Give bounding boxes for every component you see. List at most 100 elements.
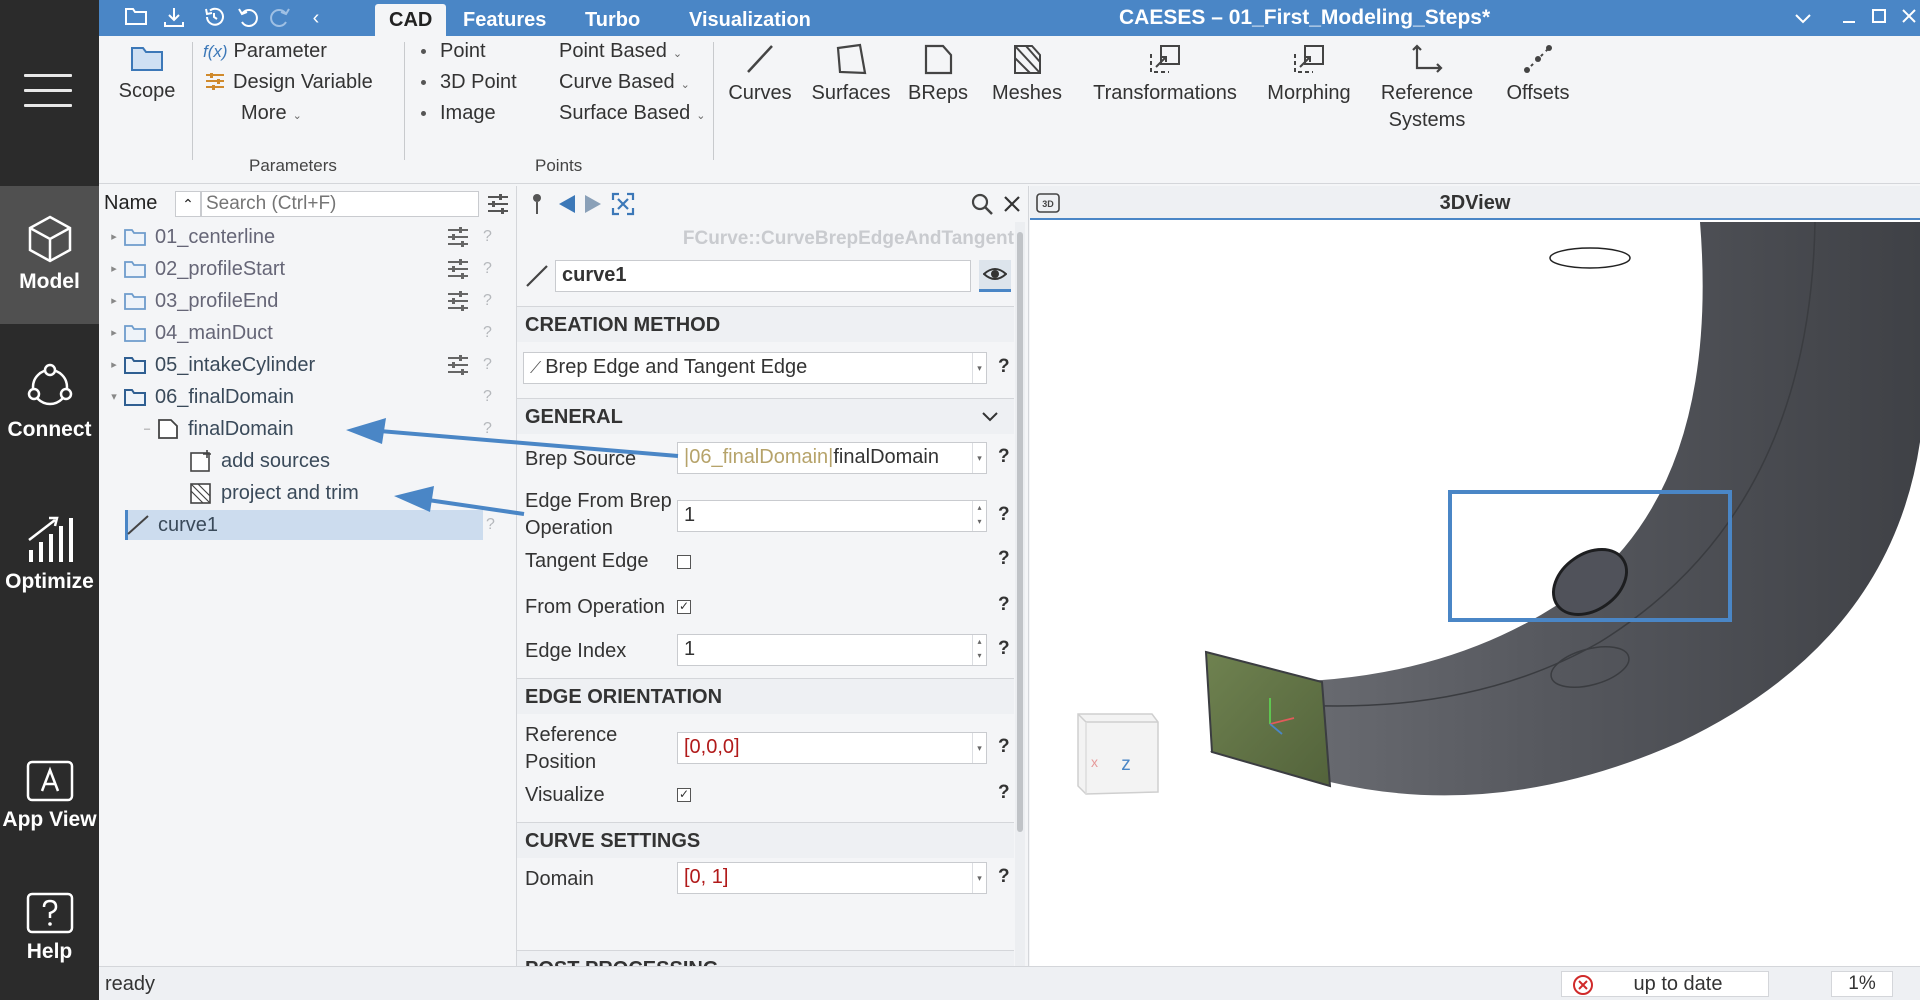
help-button[interactable]: ?: [998, 504, 1010, 526]
filter-sliders-icon[interactable]: [486, 192, 510, 216]
expand-arrow-icon[interactable]: ▸: [107, 222, 121, 252]
object-name-field[interactable]: curve1: [555, 260, 971, 292]
close-icon[interactable]: [1895, 4, 1920, 32]
parameters-sliders-icon[interactable]: [447, 226, 469, 257]
tree-folder-row[interactable]: ▸ 04_mainDuct?: [99, 318, 515, 348]
scope-button[interactable]: Scope: [115, 42, 179, 105]
sidebar-item-optimize[interactable]: Optimize: [0, 512, 99, 594]
tree-item-row[interactable]: – finalDomain?: [99, 414, 515, 444]
spinner-icon[interactable]: ▴ ▾: [972, 635, 986, 665]
help-button[interactable]: ?: [998, 782, 1010, 804]
tree-folder-row[interactable]: ▸ 03_profileEnd?: [99, 286, 515, 316]
parameters-sliders-icon[interactable]: [447, 258, 469, 289]
undo-icon[interactable]: [235, 5, 261, 31]
curve-based-dropdown[interactable]: Curve Based ⌄: [559, 71, 690, 94]
help-button[interactable]: ?: [483, 350, 492, 380]
forward-arrow-icon[interactable]: [583, 193, 603, 215]
help-button[interactable]: ?: [486, 510, 495, 540]
help-button[interactable]: ?: [483, 414, 492, 444]
meshes-button[interactable]: Meshes: [985, 42, 1069, 107]
tree-item-row[interactable]: curve1?: [125, 510, 495, 540]
expand-all-icon[interactable]: [611, 192, 635, 216]
sidebar-item-connect[interactable]: Connect: [0, 362, 99, 442]
spinner-icon[interactable]: ▴ ▾: [972, 501, 986, 531]
update-status[interactable]: up to date: [1561, 971, 1769, 997]
tab-features[interactable]: Features: [449, 4, 560, 36]
3d-point-button[interactable]: 3D Point: [421, 71, 517, 94]
back-arrow-icon[interactable]: [557, 193, 577, 215]
tree-search-input[interactable]: [201, 191, 479, 217]
expand-arrow-icon[interactable]: ▸: [107, 286, 121, 316]
help-button[interactable]: ?: [998, 736, 1010, 758]
search-icon[interactable]: [970, 192, 994, 216]
tree-folder-row[interactable]: ▸ 05_intakeCylinder?: [99, 350, 515, 380]
help-button[interactable]: ?: [483, 222, 492, 252]
domain-field[interactable]: [0, 1] ▾: [677, 862, 987, 894]
tangent-edge-checkbox[interactable]: [677, 555, 691, 569]
history-icon[interactable]: [201, 5, 227, 31]
collapse-left-icon[interactable]: ‹: [303, 5, 329, 31]
help-button[interactable]: ?: [998, 866, 1010, 888]
chevron-down-icon[interactable]: [1789, 4, 1817, 32]
parameters-sliders-icon[interactable]: [447, 290, 469, 321]
tab-cad[interactable]: CAD: [375, 4, 447, 36]
view-cube[interactable]: z x: [1077, 713, 1159, 795]
expand-arrow-icon[interactable]: –: [140, 414, 154, 444]
more-dropdown[interactable]: More ⌄: [241, 102, 302, 125]
expand-arrow-icon[interactable]: ▸: [107, 350, 121, 380]
duct-model-render[interactable]: z x: [1030, 222, 1920, 966]
tree-folder-row[interactable]: ▸ 02_profileStart?: [99, 254, 515, 284]
maximize-icon[interactable]: [1865, 4, 1893, 32]
creation-method-select[interactable]: ⟋ Brep Edge and Tangent Edge ▾: [523, 352, 987, 384]
edge-index-field[interactable]: 1 ▴ ▾: [677, 634, 987, 666]
reference-systems-button[interactable]: Reference Systems: [1373, 42, 1481, 134]
help-button[interactable]: ?: [483, 286, 492, 316]
point-button[interactable]: Point: [421, 40, 486, 63]
surface-based-dropdown[interactable]: Surface Based ⌄: [559, 102, 705, 125]
tree-item-row[interactable]: add sources: [99, 446, 515, 476]
scrollbar-thumb[interactable]: [1017, 232, 1023, 832]
surfaces-button[interactable]: Surfaces: [807, 42, 895, 107]
breps-button[interactable]: BReps: [903, 42, 973, 107]
minimize-icon[interactable]: [1835, 4, 1863, 32]
properties-scrollbar[interactable]: [1015, 222, 1025, 966]
tree-folder-row[interactable]: ▾ 06_finalDomain?: [99, 382, 515, 412]
sidebar-item-app-view[interactable]: App View: [0, 760, 99, 832]
sidebar-item-model[interactable]: Model: [0, 186, 99, 324]
point-based-dropdown[interactable]: Point Based ⌄: [559, 40, 682, 63]
expand-arrow-icon[interactable]: ▸: [107, 318, 121, 348]
parameters-sliders-icon[interactable]: [447, 354, 469, 385]
brep-source-field[interactable]: |06_finalDomain|finalDomain ▾: [677, 442, 987, 474]
help-button[interactable]: ?: [998, 356, 1010, 378]
tree-item-row[interactable]: project and trim: [99, 478, 515, 508]
help-button[interactable]: ?: [998, 446, 1010, 468]
parameter-button[interactable]: f(x) Parameter: [203, 40, 327, 63]
section-general[interactable]: GENERAL: [517, 398, 1014, 434]
image-button[interactable]: Image: [421, 102, 496, 125]
help-button[interactable]: ?: [483, 382, 492, 412]
expand-arrow-icon[interactable]: ▸: [107, 254, 121, 284]
sort-up-icon[interactable]: ⌃: [175, 191, 201, 217]
expand-down-icon[interactable]: ▾: [107, 382, 121, 412]
visualize-checkbox[interactable]: ✓: [677, 788, 691, 802]
transformations-button[interactable]: Transformations: [1085, 42, 1245, 107]
help-button[interactable]: ?: [483, 254, 492, 284]
help-button[interactable]: ?: [998, 638, 1010, 660]
curves-button[interactable]: Curves: [723, 42, 797, 107]
sidebar-item-help[interactable]: Help: [0, 892, 99, 964]
redo-icon[interactable]: [267, 5, 293, 31]
tab-turbo[interactable]: Turbo: [571, 4, 654, 36]
3d-view-panel[interactable]: 3D 3DView z x: [1030, 186, 1920, 966]
reference-position-field[interactable]: [0,0,0] ▾: [677, 732, 987, 764]
help-button[interactable]: ?: [998, 548, 1010, 570]
tab-visualization[interactable]: Visualization: [675, 4, 825, 36]
edge-from-brep-field[interactable]: 1 ▴ ▾: [677, 500, 987, 532]
hamburger-menu-icon[interactable]: [24, 74, 72, 110]
pin-icon[interactable]: [529, 192, 545, 216]
open-folder-icon[interactable]: [123, 5, 149, 31]
visibility-toggle[interactable]: [979, 260, 1011, 292]
offsets-button[interactable]: Offsets: [1497, 42, 1579, 107]
close-icon[interactable]: [1003, 195, 1021, 213]
help-button[interactable]: ?: [483, 318, 492, 348]
design-variable-button[interactable]: Design Variable: [205, 71, 373, 94]
